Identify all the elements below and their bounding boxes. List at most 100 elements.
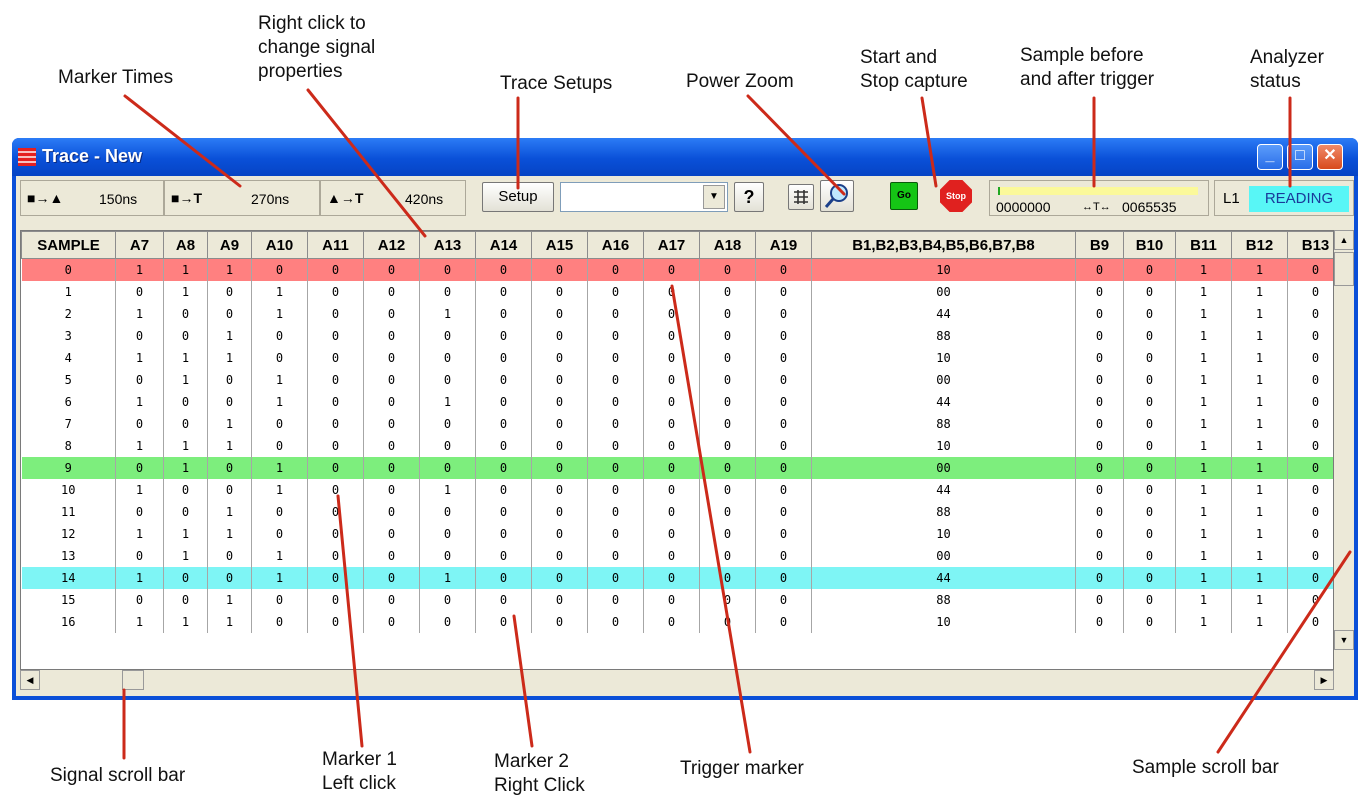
signal-value-cell[interactable]: 0 [1075, 325, 1124, 347]
signal-value-cell[interactable]: 0 [419, 325, 476, 347]
signal-value-cell[interactable]: 0 [363, 479, 420, 501]
sample-grid[interactable]: SAMPLE A7 A8 A9 A10 A11 A12 A13 A14 A15 A16 A17 A18 A… [20, 230, 1334, 670]
signal-value-cell[interactable]: 0 [531, 303, 588, 325]
signal-value-cell[interactable]: 0 [307, 325, 364, 347]
signal-value-cell[interactable]: 1 [115, 391, 164, 413]
signal-value-cell[interactable]: 0 [643, 258, 700, 281]
signal-value-cell[interactable]: 0 [475, 325, 532, 347]
scroll-down-icon[interactable]: ▼ [1334, 630, 1354, 650]
signal-value-cell[interactable]: 0 [587, 347, 644, 369]
column-header-b12[interactable]: B12 [1231, 231, 1288, 259]
signal-value-cell[interactable]: 0 [419, 457, 476, 479]
table-row[interactable]: 4 1 1 1 0 0 0 0 0 0 0 0 0 0 10 0 0 1 1 0 [21, 347, 1333, 369]
signal-value-cell[interactable]: 0 [1287, 589, 1333, 611]
signal-value-cell[interactable]: 0 [207, 281, 252, 303]
signal-value-cell[interactable]: 0 [587, 501, 644, 523]
signal-value-cell[interactable]: 0 [1075, 369, 1124, 391]
signal-value-cell[interactable]: 0 [1287, 258, 1333, 281]
column-header-sample[interactable]: SAMPLE [21, 231, 116, 259]
signal-value-cell[interactable]: 0 [643, 325, 700, 347]
signal-value-cell[interactable]: 0 [1075, 501, 1124, 523]
signal-value-cell[interactable]: 0 [363, 303, 420, 325]
column-header-a13[interactable]: A13 [419, 231, 476, 259]
signal-value-cell[interactable]: 1 [1231, 369, 1288, 391]
signal-value-cell[interactable]: 0 [1075, 479, 1124, 501]
signal-value-cell[interactable]: 0 [1123, 281, 1176, 303]
signal-value-cell[interactable]: 0 [587, 391, 644, 413]
signal-value-cell[interactable]: 0 [643, 501, 700, 523]
column-header-a18[interactable]: A18 [699, 231, 756, 259]
signal-value-cell[interactable]: 0 [755, 545, 812, 567]
signal-value-cell[interactable]: 0 [475, 258, 532, 281]
table-row[interactable]: 13 0 1 0 1 0 0 0 0 0 0 0 0 0 00 0 0 1 1 0 [21, 545, 1333, 567]
sample-number-cell[interactable]: 7 [21, 413, 116, 435]
signal-value-cell[interactable]: 1 [1175, 391, 1232, 413]
sample-number-cell[interactable]: 10 [21, 479, 116, 501]
signal-value-cell[interactable]: 0 [1287, 457, 1333, 479]
signal-value-cell[interactable]: 0 [1075, 347, 1124, 369]
signal-value-cell[interactable]: 0 [251, 501, 308, 523]
signal-value-cell[interactable]: 0 [1123, 347, 1176, 369]
signal-value-cell[interactable]: 1 [419, 391, 476, 413]
signal-value-cell[interactable]: 00 [811, 457, 1076, 479]
signal-value-cell[interactable]: 1 [207, 589, 252, 611]
signal-value-cell[interactable]: 0 [1287, 325, 1333, 347]
sample-number-cell[interactable]: 11 [21, 501, 116, 523]
sample-number-cell[interactable]: 15 [21, 589, 116, 611]
signal-value-cell[interactable]: 0 [1287, 391, 1333, 413]
signal-value-cell[interactable]: 1 [1175, 258, 1232, 281]
signal-value-cell[interactable]: 1 [207, 611, 252, 633]
signal-value-cell[interactable]: 0 [1287, 545, 1333, 567]
signal-value-cell[interactable]: 10 [811, 435, 1076, 457]
sample-number-cell[interactable]: 3 [21, 325, 116, 347]
signal-value-cell[interactable]: 44 [811, 391, 1076, 413]
signal-value-cell[interactable]: 1 [251, 567, 308, 589]
signal-value-cell[interactable]: 1 [251, 391, 308, 413]
signal-value-cell[interactable]: 0 [163, 501, 208, 523]
setup-button[interactable]: Setup [482, 182, 554, 212]
signal-value-cell[interactable]: 0 [1287, 347, 1333, 369]
table-row[interactable]: 5 0 1 0 1 0 0 0 0 0 0 0 0 0 00 0 0 1 1 0 [21, 369, 1333, 391]
column-header-a12[interactable]: A12 [363, 231, 420, 259]
signal-value-cell[interactable]: 0 [363, 523, 420, 545]
table-row[interactable]: 10 1 0 0 1 0 0 1 0 0 0 0 0 0 44 0 0 1 1 0 [21, 479, 1333, 501]
signal-value-cell[interactable]: 0 [307, 413, 364, 435]
signal-value-cell[interactable]: 1 [163, 545, 208, 567]
scroll-right-icon[interactable]: ▶ [1314, 670, 1334, 690]
signal-value-cell[interactable]: 0 [531, 501, 588, 523]
signal-value-cell[interactable]: 0 [699, 413, 756, 435]
column-header-a11[interactable]: A11 [307, 231, 364, 259]
close-button[interactable]: ✕ [1317, 144, 1343, 170]
signal-value-cell[interactable]: 0 [1075, 545, 1124, 567]
signal-value-cell[interactable]: 0 [1123, 501, 1176, 523]
signal-value-cell[interactable]: 1 [1231, 589, 1288, 611]
signal-value-cell[interactable]: 44 [811, 479, 1076, 501]
signal-scroll-bar[interactable]: ◀ ▶ [20, 670, 1334, 690]
signal-value-cell[interactable]: 1 [115, 303, 164, 325]
signal-value-cell[interactable]: 0 [587, 369, 644, 391]
table-row[interactable]: 6 1 0 0 1 0 0 1 0 0 0 0 0 0 44 0 0 1 1 0 [21, 391, 1333, 413]
signal-value-cell[interactable]: 0 [1123, 567, 1176, 589]
signal-value-cell[interactable]: 0 [699, 435, 756, 457]
signal-value-cell[interactable]: 0 [475, 479, 532, 501]
signal-value-cell[interactable]: 0 [531, 347, 588, 369]
signal-value-cell[interactable]: 0 [251, 523, 308, 545]
signal-value-cell[interactable]: 0 [251, 325, 308, 347]
go-button[interactable]: Go [890, 182, 918, 210]
signal-value-cell[interactable]: 0 [307, 369, 364, 391]
signal-value-cell[interactable]: 1 [251, 281, 308, 303]
signal-value-cell[interactable]: 1 [163, 369, 208, 391]
signal-value-cell[interactable]: 00 [811, 281, 1076, 303]
signal-value-cell[interactable]: 0 [419, 347, 476, 369]
signal-value-cell[interactable]: 0 [699, 479, 756, 501]
signal-value-cell[interactable]: 0 [419, 545, 476, 567]
signal-value-cell[interactable]: 10 [811, 611, 1076, 633]
table-row[interactable]: 11 0 0 1 0 0 0 0 0 0 0 0 0 0 88 0 0 1 1 0 [21, 501, 1333, 523]
signal-value-cell[interactable]: 0 [699, 391, 756, 413]
signal-value-cell[interactable]: 1 [207, 258, 252, 281]
signal-value-cell[interactable]: 0 [251, 258, 308, 281]
signal-value-cell[interactable]: 1 [163, 457, 208, 479]
signal-value-cell[interactable]: 0 [251, 611, 308, 633]
signal-value-cell[interactable]: 0 [531, 457, 588, 479]
table-row[interactable]: 1 0 1 0 1 0 0 0 0 0 0 0 0 0 00 0 0 1 1 0 [21, 281, 1333, 303]
